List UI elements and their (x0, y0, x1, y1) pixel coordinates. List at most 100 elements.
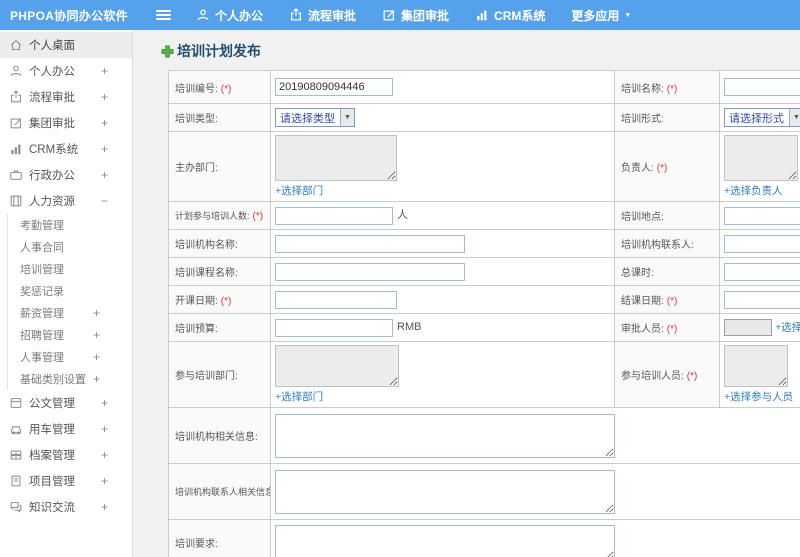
training-requirements-textarea[interactable] (275, 524, 615, 557)
host-dept-picker[interactable] (275, 135, 397, 181)
person-icon (197, 9, 209, 21)
sidebar-item-knowledge[interactable]: 知识交流 + (0, 494, 132, 520)
leader-picker[interactable] (724, 135, 798, 181)
nav-process-approval[interactable]: 流程审批 (289, 7, 356, 24)
expand-icon[interactable]: + (101, 142, 108, 156)
approver-picker-input[interactable] (724, 319, 772, 336)
sidebar-item-admin-office[interactable]: 行政办公 + (0, 162, 132, 188)
org-contact-info-label: 培训机构联系人相关信息: (168, 463, 271, 520)
collapse-icon[interactable]: − (101, 194, 108, 208)
participant-count-input[interactable] (275, 206, 393, 225)
process-icon (8, 90, 23, 105)
training-plan-form: 培训编号:(*) 培训名称:(*) 培训类型: 请选择类型▼ 培训形式: 请选择… (168, 70, 800, 557)
sidebar-item-desktop[interactable]: 个人桌面 (0, 32, 132, 58)
participants-label: 参与培训人员: (*) (614, 341, 720, 408)
training-no-input[interactable] (275, 78, 393, 96)
course-name-input[interactable] (275, 262, 465, 281)
briefcase-icon (8, 168, 23, 183)
expand-icon[interactable]: + (101, 168, 108, 182)
sidebar-item-archive-mgmt[interactable]: 档案管理 + (0, 442, 132, 468)
sidebar-item-training-mgmt[interactable]: 培训管理 (8, 258, 132, 280)
total-hours-label: 总课时: (614, 257, 720, 286)
expand-icon[interactable]: + (93, 372, 100, 386)
expand-icon[interactable]: + (101, 64, 108, 78)
expand-icon[interactable]: + (101, 422, 108, 436)
row-org-info: 培训机构相关信息: (168, 407, 800, 464)
org-name-input[interactable] (275, 234, 465, 253)
org-contact-info-textarea[interactable] (275, 469, 615, 514)
training-place-label: 培训地点: (614, 201, 720, 230)
training-form-select[interactable]: 请选择形式 ▼ (724, 108, 800, 127)
budget-label: 培训预算: (168, 313, 271, 342)
main-content: 培训计划发布 培训编号:(*) 培训名称:(*) 培训类型: 请选择类型▼ 培训… (133, 30, 800, 557)
currency-suffix: RMB (397, 321, 422, 334)
sidebar-item-salary-mgmt[interactable]: 薪资管理 + (8, 302, 132, 324)
sidebar-item-crm[interactable]: CRM系统 + (0, 136, 132, 162)
process-icon (291, 8, 302, 21)
training-name-input[interactable] (724, 78, 800, 96)
expand-icon[interactable]: + (101, 500, 108, 514)
nav-more-apps[interactable]: 更多应用 ▼ (571, 7, 631, 24)
sidebar-item-personnel-mgmt[interactable]: 人事管理 + (8, 346, 132, 368)
nav-group-approval[interactable]: 集团审批 (382, 7, 449, 24)
select-dept-link[interactable]: +选择部门 (275, 185, 323, 197)
expand-icon[interactable]: + (101, 474, 108, 488)
nav-crm-system[interactable]: CRM系统 (475, 7, 545, 24)
topbar: PHPOA协同办公软件 个人办公 流程审批 集团审批 CRM系统 更多应用 ▼ (0, 0, 800, 30)
chart-icon (477, 10, 487, 21)
sidebar-item-attendance[interactable]: 考勤管理 (8, 214, 132, 236)
document-icon (8, 396, 23, 411)
dropdown-arrow-icon: ▼ (340, 109, 354, 126)
sidebar-item-recruit-mgmt[interactable]: 招聘管理 + (8, 324, 132, 346)
nav-personal-office[interactable]: 个人办公 (196, 7, 263, 24)
org-contact-input[interactable] (724, 234, 800, 253)
row-training-type: 培训类型: 请选择类型 ▼ 培训形式: 请选择形式 ▼ (168, 103, 800, 132)
sidebar-item-personal-office[interactable]: 个人办公 + (0, 58, 132, 84)
participants-picker[interactable] (724, 345, 788, 387)
expand-icon[interactable]: + (101, 90, 108, 104)
menu-toggle-icon[interactable] (156, 8, 172, 22)
start-date-input[interactable] (275, 290, 397, 309)
select-dept-link[interactable]: +选择部门 (275, 391, 323, 403)
sidebar-item-process-approval[interactable]: 流程审批 + (0, 84, 132, 110)
sidebar-item-hr[interactable]: 人力资源 − (0, 188, 132, 214)
plus-icon (161, 44, 174, 58)
archive-icon (8, 448, 23, 463)
org-name-label: 培训机构名称: (168, 229, 271, 258)
sidebar-item-vehicle-mgmt[interactable]: 用车管理 + (0, 416, 132, 442)
topbar-nav: 个人办公 流程审批 集团审批 CRM系统 更多应用 ▼ (196, 7, 657, 24)
expand-icon[interactable]: + (101, 116, 108, 130)
training-type-select[interactable]: 请选择类型 ▼ (275, 108, 355, 127)
leader-label: 负责人: (*) (614, 131, 720, 202)
sidebar-item-document-mgmt[interactable]: 公文管理 + (0, 390, 132, 416)
sidebar-item-group-approval[interactable]: 集团审批 + (0, 110, 132, 136)
sidebar-item-base-category[interactable]: 基础类别设置 + (8, 368, 132, 390)
select-participants-link[interactable]: +选择参与人员 (724, 391, 793, 403)
person-icon (8, 64, 23, 79)
expand-icon[interactable]: + (101, 396, 108, 410)
caret-down-icon: ▼ (624, 11, 632, 19)
expand-icon[interactable]: + (93, 328, 100, 342)
expand-icon[interactable]: + (93, 306, 100, 320)
select-leader-link[interactable]: +选择负责人 (724, 185, 783, 197)
training-name-label: 培训名称: (*) (614, 70, 720, 104)
sidebar-item-project-mgmt[interactable]: 项目管理 + (0, 468, 132, 494)
expand-icon[interactable]: + (101, 448, 108, 462)
row-host-dept: 主办部门: +选择部门 负责人: (*) +选择负责人 (168, 131, 800, 202)
org-info-textarea[interactable] (275, 413, 615, 458)
approver-label: 审批人员: (*) (614, 313, 720, 342)
participating-depts-picker[interactable] (275, 345, 399, 387)
row-dates: 开课日期: (*) 结课日期: (*) (168, 285, 800, 314)
select-approver-link[interactable]: +选择审批人员 (775, 321, 800, 333)
budget-input[interactable] (275, 318, 393, 337)
sidebar-item-hr-contract[interactable]: 人事合同 (8, 236, 132, 258)
start-date-label: 开课日期: (*) (168, 285, 271, 314)
sidebar-item-reward-record[interactable]: 奖惩记录 (8, 280, 132, 302)
course-name-label: 培训课程名称: (168, 257, 271, 286)
row-participant-count: 计划参与培训人数: (*) 人 培训地点: (168, 201, 800, 230)
expand-icon[interactable]: + (93, 350, 100, 364)
row-budget-approver: 培训预算: RMB 审批人员:(*) +选择审批人员 (168, 313, 800, 342)
training-place-input[interactable] (724, 206, 800, 225)
end-date-input[interactable] (724, 290, 800, 309)
total-hours-input[interactable] (724, 262, 800, 281)
